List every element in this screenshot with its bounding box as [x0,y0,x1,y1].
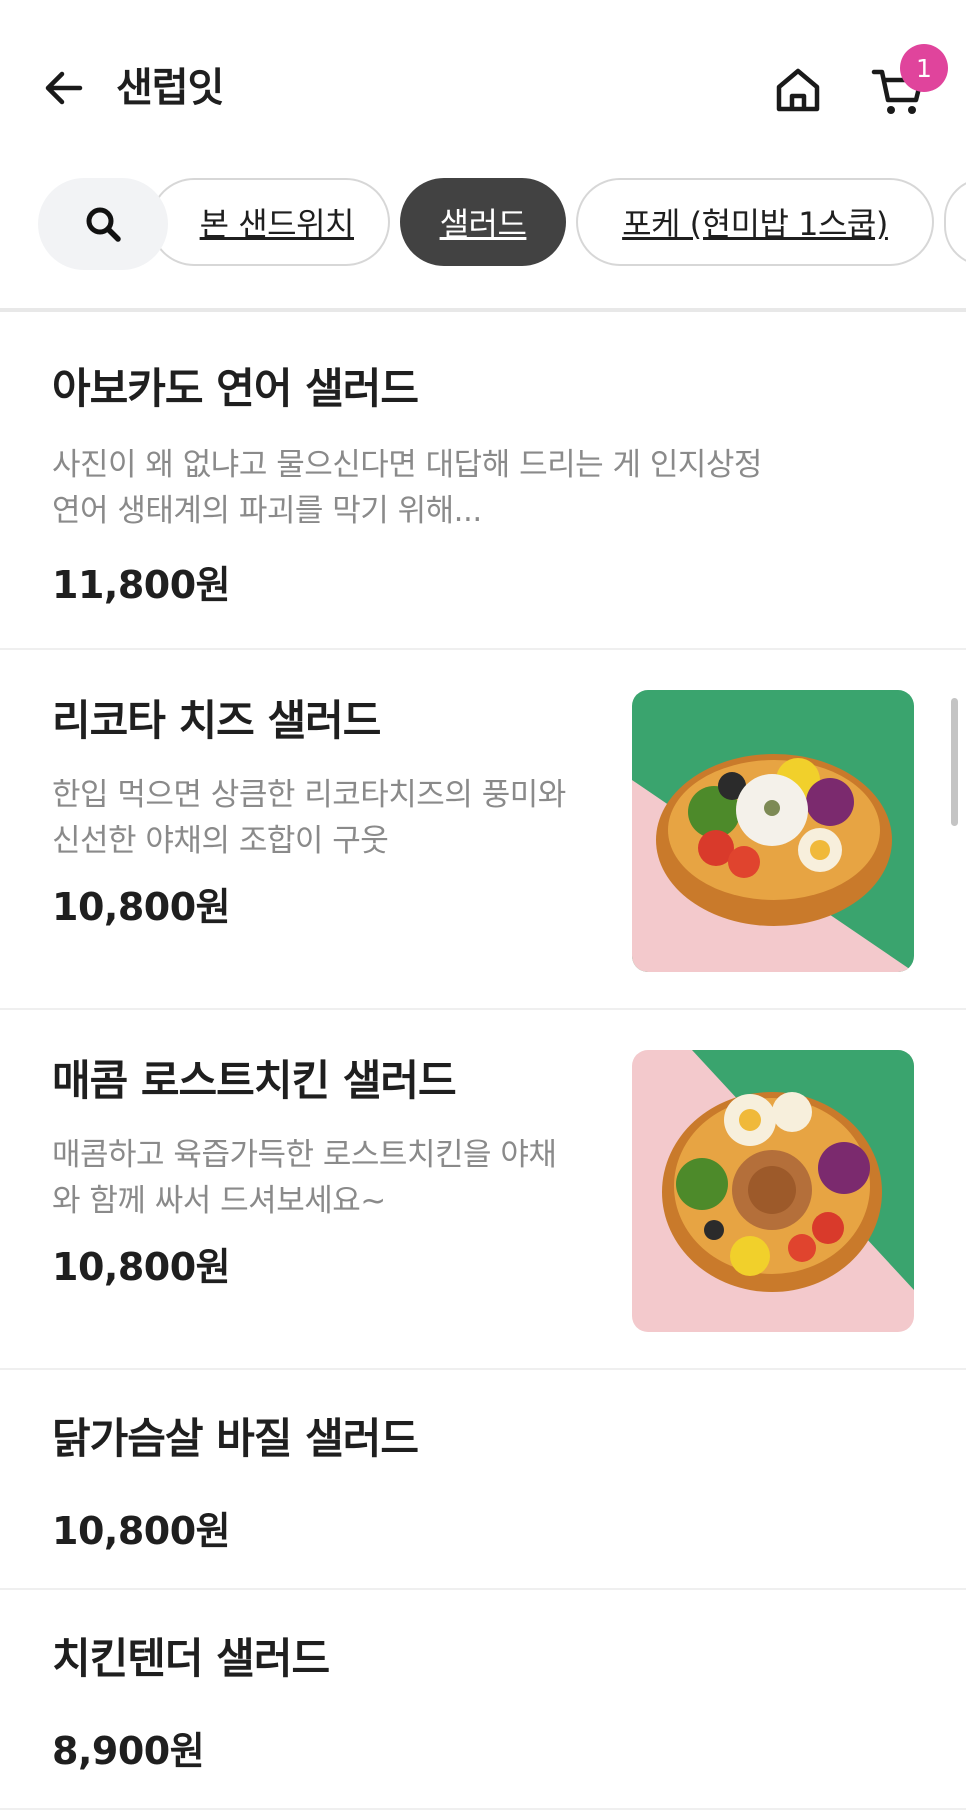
category-bar: 본 샌드위치 샐러드 포케 (현미밥 1스쿱) [0,176,966,276]
item-photo[interactable] [632,1050,914,1332]
item-name: 닭가슴살 바질 샐러드 [52,1414,419,1463]
app-header: 샌럽잇 1 [0,0,966,180]
item-description: 사진이 왜 없냐고 물으신다면 대답해 드리는 게 인지상정 연어 생태계의 파… [52,442,762,534]
item-description: 한입 먹으면 상큼한 리코타치즈의 풍미와 신선한 야채의 조합이 구웃 [52,772,566,864]
page-title: 샌럽잇 [116,65,224,111]
back-button[interactable] [34,58,94,118]
back-arrow-icon [45,71,83,105]
category-chip-active[interactable]: 샐러드 [400,178,566,266]
menu-item[interactable]: 닭가슴살 바질 샐러드 10,800원 [0,1370,966,1590]
scrollbar[interactable] [951,698,958,826]
search-icon [86,207,121,242]
category-chip[interactable]: 포케 (현미밥 1스쿱) [576,178,934,266]
item-photo[interactable] [632,690,914,972]
item-description-line: 와 함께 싸서 드셔보세요~ [52,1183,386,1219]
item-description-line: 연어 생태계의 파괴를 막기 위해... [52,493,482,529]
item-price: 8,900원 [52,1729,205,1773]
item-price: 10,800원 [52,885,231,929]
item-description: 매콤하고 육즙가득한 로스트치킨을 야채 와 함께 싸서 드셔보세요~ [52,1132,557,1224]
item-description-line: 사진이 왜 없냐고 물으신다면 대답해 드리는 게 인지상정 [52,447,762,483]
item-name: 리코타 치즈 샐러드 [52,696,381,745]
salad-bowl-image [632,690,914,972]
menu-item[interactable]: 아보카도 연어 샐러드 사진이 왜 없냐고 물으신다면 대답해 드리는 게 인지… [0,312,966,650]
home-icon [776,68,820,112]
item-price: 10,800원 [52,1245,231,1289]
home-button[interactable] [768,60,828,120]
item-name: 치킨텐더 샐러드 [52,1634,330,1683]
category-chip[interactable] [944,178,966,266]
item-description-line: 한입 먹으면 상큼한 리코타치즈의 풍미와 [52,777,566,813]
salad-bowl-image [632,1050,914,1332]
item-price: 10,800원 [52,1509,231,1553]
item-name: 매콤 로스트치킨 샐러드 [52,1056,457,1105]
category-chip[interactable]: 본 샌드위치 [150,178,390,266]
cart-count-badge: 1 [900,44,948,92]
menu-item[interactable]: 치킨텐더 샐러드 8,900원 [0,1590,966,1810]
item-name: 아보카도 연어 샐러드 [52,364,419,413]
item-description-line: 신선한 야채의 조합이 구웃 [52,823,389,859]
item-description-line: 매콤하고 육즙가득한 로스트치킨을 야채 [52,1137,557,1173]
menu-item[interactable]: 매콤 로스트치킨 샐러드 매콤하고 육즙가득한 로스트치킨을 야채 와 함께 싸… [0,1010,966,1370]
search-button[interactable] [38,178,168,270]
item-price: 11,800원 [52,563,231,607]
menu-item[interactable]: 리코타 치즈 샐러드 한입 먹으면 상큼한 리코타치즈의 풍미와 신선한 야채의… [0,650,966,1010]
menu-list: 아보카도 연어 샐러드 사진이 왜 없냐고 물으신다면 대답해 드리는 게 인지… [0,312,966,1810]
